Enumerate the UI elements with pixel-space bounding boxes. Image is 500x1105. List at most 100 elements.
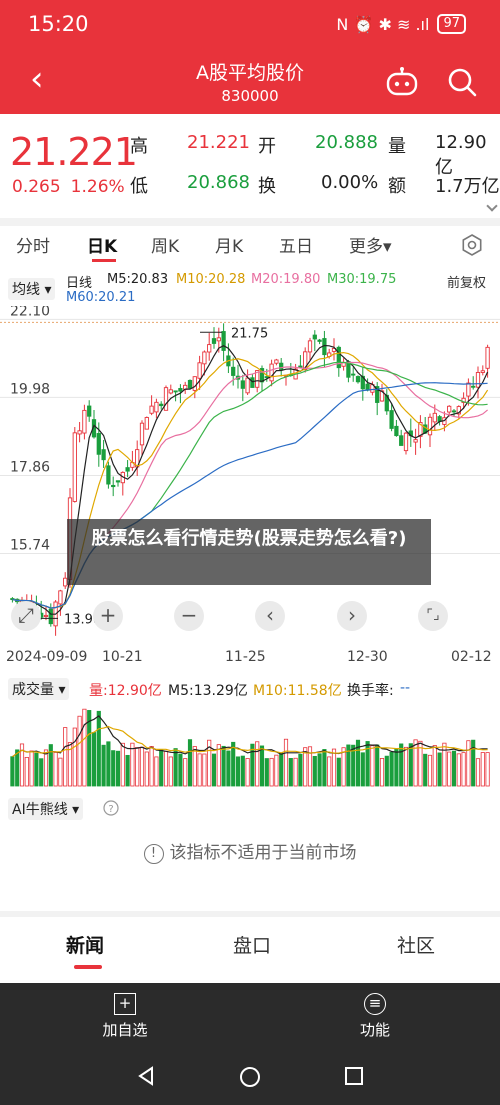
- volume-legend: 量:12.90亿: [89, 683, 162, 699]
- volume-bar-down: [394, 748, 399, 787]
- adjust-mode[interactable]: 前复权: [447, 272, 486, 291]
- nav-back-icon[interactable]: [136, 1066, 156, 1086]
- volume-bar-up: [29, 750, 34, 787]
- volume-bar-down: [317, 753, 322, 787]
- volume-chart[interactable]: [0, 702, 500, 792]
- system-icons: N ⏰ ✱ ≋ .ıl: [336, 14, 430, 34]
- tab-monthly-k[interactable]: 月K: [215, 232, 243, 257]
- volume-bar-down: [375, 744, 380, 787]
- y-tick-label: 15.74: [10, 538, 50, 554]
- volume-bar-up: [24, 756, 29, 787]
- volume-bar-up: [466, 740, 471, 787]
- bottom-tabs: 新闻 盘口 社区: [0, 917, 500, 983]
- candle-up: [149, 405, 154, 414]
- candle-up: [168, 389, 173, 394]
- tab-community[interactable]: 社区: [397, 931, 435, 958]
- volume-bar-up: [274, 754, 279, 787]
- volume-bar-up: [293, 757, 298, 787]
- candle-up: [485, 346, 490, 369]
- pan-right-button[interactable]: ›: [337, 601, 367, 631]
- pan-left-button[interactable]: ‹: [255, 601, 285, 631]
- candle-up: [413, 439, 418, 443]
- candlestick-chart[interactable]: 22.1019.9817.8615.7421.7513.98: [0, 306, 500, 646]
- nav-recents-icon[interactable]: [344, 1066, 364, 1086]
- zoom-out-button[interactable]: −: [174, 601, 204, 631]
- add-watchlist-button[interactable]: + 加自选: [85, 993, 165, 1040]
- tab-five-day[interactable]: 五日: [279, 232, 313, 257]
- candle-up: [480, 370, 485, 373]
- candle-down: [471, 385, 476, 388]
- battery-icon: 97: [437, 14, 466, 34]
- zoom-in-button[interactable]: +: [93, 601, 123, 631]
- volume-bar-up: [120, 742, 125, 787]
- volume-bar-down: [235, 756, 241, 787]
- candle-down: [312, 334, 317, 340]
- volume-bar-down: [10, 756, 15, 787]
- reset-view-button[interactable]: ⌜⌟: [418, 601, 448, 631]
- candle-up: [274, 359, 279, 364]
- help-icon[interactable]: ?: [103, 800, 119, 816]
- volume-bar-down: [360, 752, 365, 787]
- volume-bar-up: [77, 715, 82, 787]
- function-button[interactable]: ≡ 功能: [335, 993, 415, 1040]
- ai-indicator-notice: ! 该指标不适用于当前市场: [0, 838, 500, 864]
- volume-bar-down: [451, 750, 457, 787]
- candle-up: [43, 614, 49, 618]
- candle-down: [48, 608, 53, 625]
- tab-news[interactable]: 新闻: [66, 931, 104, 958]
- tab-more[interactable]: 更多▾: [349, 232, 392, 257]
- tab-order-book[interactable]: 盘口: [233, 931, 271, 958]
- candle-down: [221, 331, 226, 351]
- candle-down: [355, 376, 361, 383]
- add-square-icon: +: [114, 993, 136, 1015]
- candle-down: [394, 425, 399, 437]
- ma-selector[interactable]: 均线 ▾: [8, 278, 56, 300]
- turnover-label: 换: [258, 176, 276, 197]
- tab-daily-k[interactable]: 日K: [87, 232, 117, 257]
- expand-chevron-icon[interactable]: [486, 200, 498, 212]
- price-change: 0.265 1.26%: [12, 177, 135, 197]
- candle-down: [101, 449, 106, 461]
- candle-up: [403, 432, 409, 452]
- tab-intraday[interactable]: 分时: [16, 232, 50, 257]
- candle-down: [399, 435, 404, 446]
- candle-up: [163, 387, 169, 411]
- volume-bar-down: [399, 743, 404, 787]
- function-label: 功能: [359, 1021, 390, 1039]
- volume-bar-up: [183, 758, 188, 787]
- volume-selector[interactable]: 成交量 ▾: [8, 678, 70, 700]
- candle-up: [77, 430, 82, 435]
- x-label-end: 02-12: [451, 649, 492, 665]
- candle-down: [178, 388, 183, 392]
- volume-bar-up: [331, 748, 337, 787]
- tab-weekly-k[interactable]: 周K: [151, 232, 179, 257]
- volume-bar-up: [245, 758, 250, 787]
- candle-down: [351, 373, 356, 376]
- volume-bar-up: [327, 756, 332, 787]
- ma60-legend: M60:20.21: [66, 290, 136, 305]
- amount-value: 1.7万亿: [435, 176, 500, 197]
- volume-bar-up: [413, 739, 418, 787]
- add-watchlist-label: 加自选: [102, 1021, 148, 1039]
- y-tick-label: 22.10: [10, 306, 50, 319]
- search-icon[interactable]: [446, 66, 478, 98]
- candle-down: [279, 362, 284, 371]
- candle-up: [432, 412, 437, 423]
- volume-bar-down: [39, 758, 44, 787]
- robot-assistant-icon[interactable]: [385, 66, 419, 96]
- volume-bar-up: [168, 756, 173, 787]
- candle-up: [202, 351, 207, 365]
- volume-bar-up: [341, 747, 346, 787]
- candle-up: [154, 401, 159, 413]
- volume-bar-down: [437, 752, 442, 787]
- volume-bar-down: [384, 755, 389, 787]
- fullscreen-icon[interactable]: ⤢: [11, 601, 41, 631]
- high-marker-label: 21.75: [231, 326, 268, 341]
- ai-indicator-selector[interactable]: AI牛熊线 ▾: [8, 798, 84, 820]
- y-tick-label: 19.98: [10, 381, 50, 397]
- volume-bar-up: [370, 745, 375, 787]
- nav-home-icon[interactable]: [239, 1066, 261, 1088]
- volume-bar-down: [106, 741, 111, 787]
- article-title-overlay: 股票怎么看行情走势(股票走势怎么看?): [67, 519, 431, 585]
- settings-icon[interactable]: [461, 234, 483, 256]
